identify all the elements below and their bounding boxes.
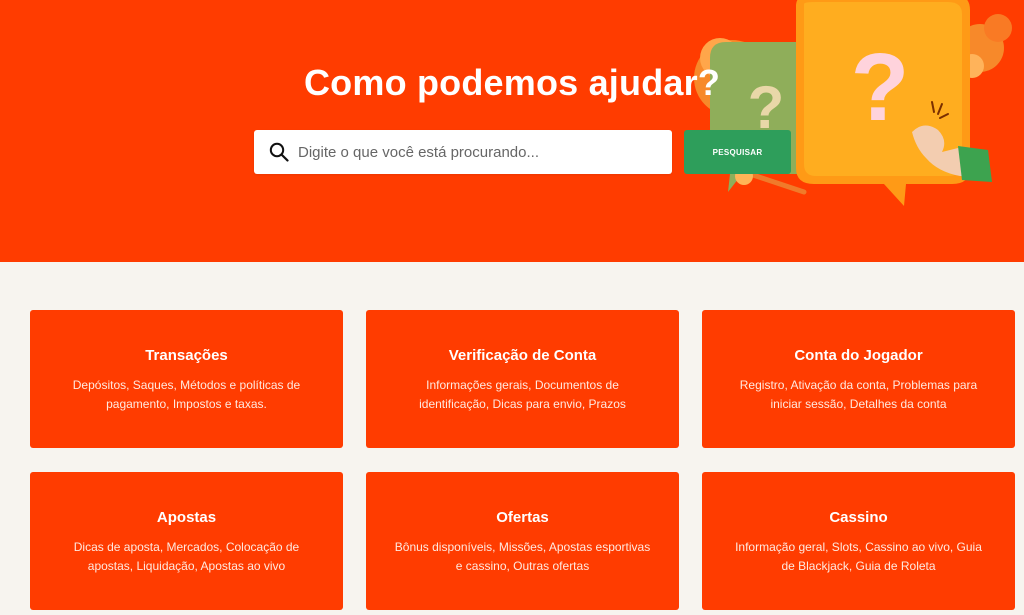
category-card-conta-do-jogador[interactable]: Conta do Jogador Registro, Ativação da c… [702,310,1015,448]
card-description: Informação geral, Slots, Cassino ao vivo… [735,540,982,573]
card-title: Verificação de Conta [448,347,597,364]
card-title: Cassino [829,509,888,526]
card-title: Transações [145,347,228,364]
card-description: Dicas de aposta, Mercados, Colocação de … [73,540,300,573]
card-title: Apostas [156,509,217,526]
card-description: Depósitos, Saques, Métodos e políticas d… [72,378,301,411]
card-description: Bônus disponíveis, Missões, Apostas espo… [394,540,651,573]
hero-banner: ? ? Como podemos ajudar? PESQUISAR [0,0,1024,262]
category-card-transacoes[interactable]: Transações Depósitos, Saques, Métodos e … [30,310,343,448]
category-card-ofertas[interactable]: Ofertas Bônus disponíveis, Missões, Apos… [366,472,679,610]
card-description: Informações gerais, Documentos de identi… [419,378,626,411]
card-description: Registro, Ativação da conta, Problemas p… [739,378,978,411]
card-title: Conta do Jogador [794,347,923,364]
category-card-verificacao-de-conta[interactable]: Verificação de Conta Informações gerais,… [366,310,679,448]
search-box[interactable] [254,130,672,174]
category-card-apostas[interactable]: Apostas Dicas de aposta, Mercados, Coloc… [30,472,343,610]
search-button[interactable]: PESQUISAR [684,130,791,174]
card-title: Ofertas [496,509,549,526]
search-input[interactable] [298,132,658,172]
category-card-cassino[interactable]: Cassino Informação geral, Slots, Cassino… [702,472,1015,610]
page-title: Como podemos ajudar? [303,62,721,103]
question-bubbles-illustration: ? ? [694,0,1012,206]
search-icon [268,141,290,163]
